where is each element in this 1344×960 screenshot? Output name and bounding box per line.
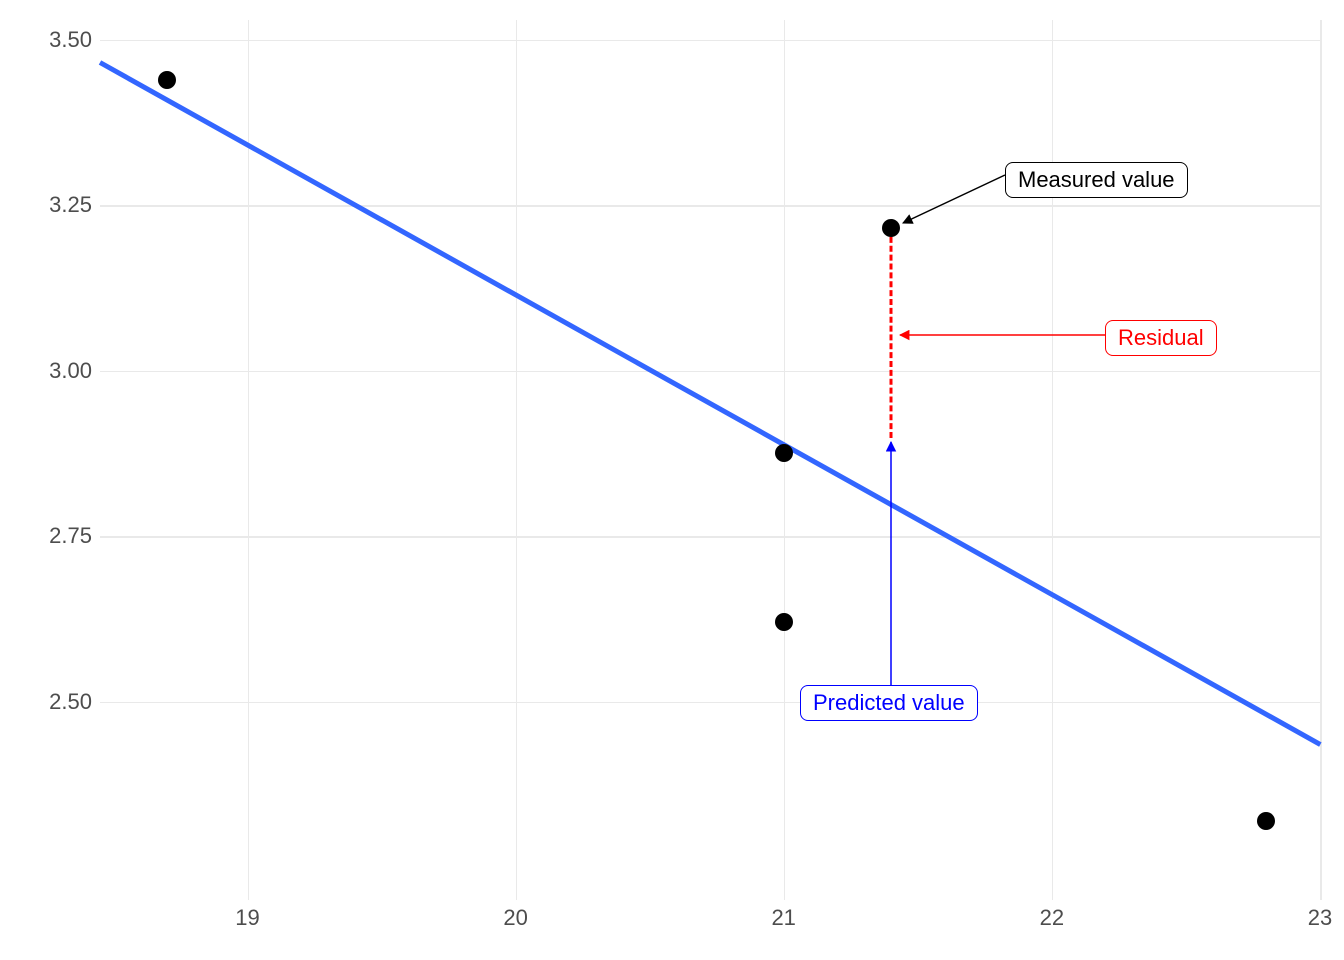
grid-h	[100, 702, 1320, 704]
data-point	[882, 219, 900, 237]
y-tick-label: 3.25	[49, 192, 92, 218]
grid-v	[1320, 20, 1322, 900]
x-tick-label: 22	[1040, 905, 1064, 931]
grid-h	[100, 536, 1320, 538]
grid-v	[516, 20, 518, 900]
grid-v	[1052, 20, 1054, 900]
annotation-predicted: Predicted value	[800, 685, 978, 721]
chart-container: Measured value Residual Predicted value …	[0, 0, 1344, 960]
y-tick-label: 3.00	[49, 358, 92, 384]
data-point	[1257, 812, 1275, 830]
x-tick-label: 23	[1308, 905, 1332, 931]
x-tick-label: 19	[235, 905, 259, 931]
y-tick-label: 2.50	[49, 689, 92, 715]
annotation-arrows	[100, 20, 1320, 900]
grid-v	[248, 20, 250, 900]
grid-h	[100, 371, 1320, 373]
data-point	[775, 444, 793, 462]
grid-h	[100, 40, 1320, 42]
x-tick-label: 20	[503, 905, 527, 931]
y-tick-label: 2.75	[49, 523, 92, 549]
data-point	[775, 613, 793, 631]
plot-panel: Measured value Residual Predicted value	[100, 20, 1320, 900]
data-point	[158, 71, 176, 89]
annotation-residual: Residual	[1105, 320, 1217, 356]
y-tick-label: 3.50	[49, 27, 92, 53]
annotation-measured: Measured value	[1005, 162, 1188, 198]
residual-line	[890, 228, 893, 438]
x-tick-label: 21	[771, 905, 795, 931]
grid-h	[100, 205, 1320, 207]
